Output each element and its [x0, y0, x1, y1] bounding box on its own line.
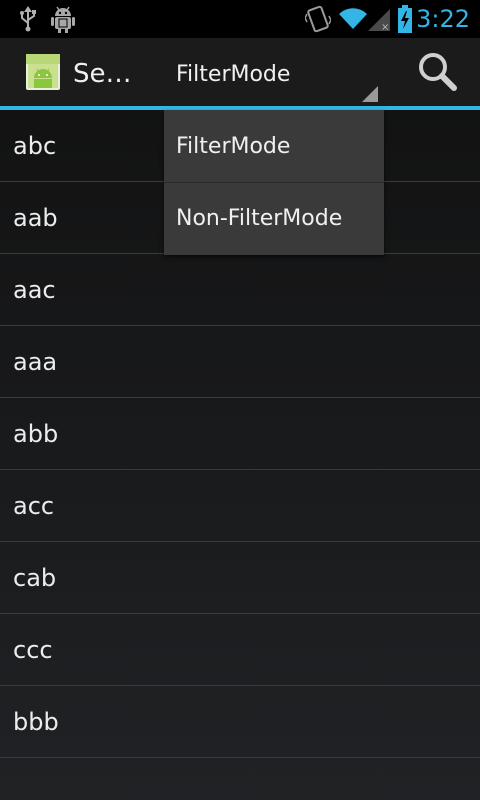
search-button[interactable]: [410, 48, 464, 98]
signal-icon: ×: [368, 0, 392, 38]
vibrate-icon: [305, 0, 331, 38]
debug-icon: [50, 0, 76, 38]
list-item[interactable]: cab: [0, 542, 480, 614]
list-item-label: aac: [13, 275, 56, 304]
navigation-spinner[interactable]: FilterMode: [164, 46, 384, 102]
svg-text:×: ×: [381, 22, 389, 31]
list-item[interactable]: bbb: [0, 686, 480, 758]
status-clock: 3:22: [416, 5, 470, 33]
android-app-icon[interactable]: [26, 54, 62, 92]
list-item[interactable]: abb: [0, 398, 480, 470]
list-item-label: abb: [13, 419, 59, 448]
battery-icon: [397, 0, 413, 38]
list-item-label: abc: [13, 131, 57, 160]
list-item[interactable]: acc: [0, 470, 480, 542]
spinner-dropdown-indicator-icon: [362, 86, 378, 102]
list-item-label: ccc: [13, 635, 53, 664]
dropdown-item-filtermode[interactable]: FilterMode: [164, 110, 384, 182]
list-item[interactable]: aaa: [0, 326, 480, 398]
usb-icon: [18, 0, 38, 38]
list-item-label: aaa: [13, 347, 58, 376]
status-bar: × 3:22: [0, 0, 480, 38]
list-item-label: bbb: [13, 707, 59, 736]
list-item[interactable]: ccc: [0, 614, 480, 686]
spinner-dropdown-menu: FilterMode Non-FilterMode: [164, 110, 384, 255]
screen: × 3:22 Se… FilterMode abc aab aac aaa ab…: [0, 0, 480, 800]
list-item-label: aab: [13, 203, 58, 232]
spinner-selected-label: FilterMode: [176, 62, 291, 87]
list-item-label: acc: [13, 491, 55, 520]
wifi-icon: [338, 0, 368, 38]
list-item[interactable]: [0, 758, 480, 800]
dropdown-item-label: Non-FilterMode: [176, 206, 343, 231]
app-title: Se…: [73, 59, 132, 89]
dropdown-item-non-filtermode[interactable]: Non-FilterMode: [164, 182, 384, 254]
list-item-label: cab: [13, 563, 57, 592]
list-item[interactable]: aac: [0, 254, 480, 326]
search-icon: [415, 49, 459, 97]
action-bar: Se… FilterMode: [0, 38, 480, 106]
dropdown-item-label: FilterMode: [176, 133, 291, 159]
